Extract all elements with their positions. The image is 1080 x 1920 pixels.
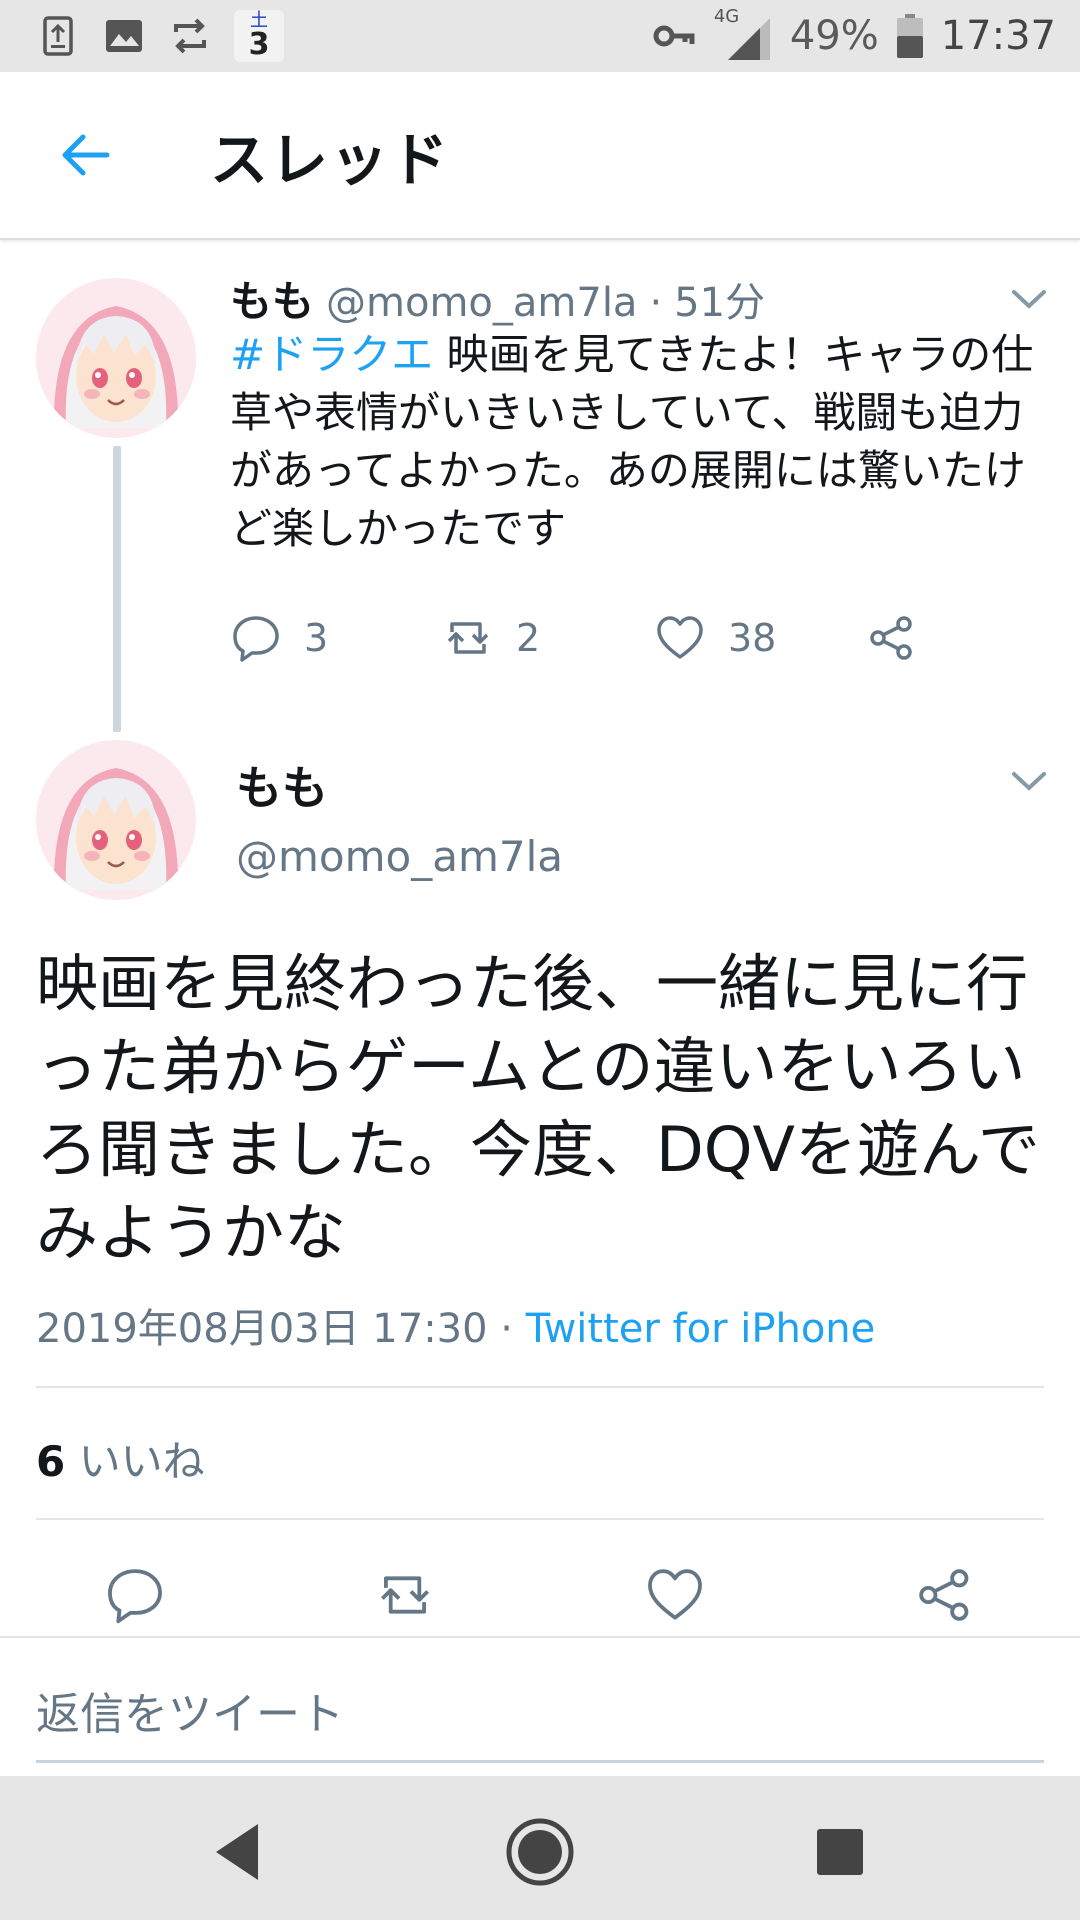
chevron-down-icon	[1012, 772, 1046, 791]
home-circle-icon	[506, 1818, 574, 1886]
network-type: 4G	[713, 6, 740, 27]
author-handle[interactable]: @momo_am7la	[326, 280, 637, 326]
reply-composer: 返信をツイート	[0, 1636, 1080, 1763]
tweet-text: #ドラクエ 映画を見てきたよ！キャラの仕草や表情がいきいきしていて、戦闘も迫力が…	[230, 326, 1050, 558]
calendar-day: 3	[248, 27, 270, 62]
share-icon	[919, 1569, 969, 1621]
separator: ·	[649, 280, 663, 326]
status-bar: 土 3 4G 49% 17:37	[0, 0, 1080, 72]
back-arrow-icon	[62, 134, 110, 176]
tweet-header: もも @momo_am7la · 51分	[230, 268, 765, 329]
navigation-bar	[0, 1776, 1080, 1920]
likes-summary[interactable]: 6 いいね	[36, 1428, 205, 1489]
tweet-actions	[0, 1560, 1080, 1630]
thread-connector	[113, 446, 121, 732]
heart-icon	[657, 616, 703, 659]
reply-icon	[233, 616, 279, 662]
share-button[interactable]	[910, 1560, 980, 1630]
tweet-meta: 2019年08月03日 17:30 · Twitter for iPhone	[36, 1296, 875, 1354]
divider	[36, 1386, 1044, 1388]
author-handle[interactable]: @momo_am7la	[236, 832, 563, 881]
tweet-text: 映画を見終わった後、一緒に見に行った弟からゲームとの違いをいろいろ聞きました。今…	[36, 947, 1040, 1269]
tweet-time: 51分	[674, 280, 766, 326]
client-link[interactable]: Twitter for iPhone	[526, 1306, 876, 1352]
retweet-button[interactable]: 2	[442, 612, 540, 664]
hashtag-link[interactable]: #ドラクエ	[230, 330, 433, 379]
separator: ·	[487, 1306, 526, 1352]
reply-button[interactable]: 3	[230, 612, 328, 664]
reply-icon	[108, 1569, 162, 1624]
vpn-key-icon	[652, 14, 696, 58]
signal-icon: 4G	[714, 6, 772, 62]
tweet-menu-button[interactable]	[1004, 274, 1054, 324]
triangle-back-icon	[216, 1824, 258, 1880]
reply-input-underline	[36, 1760, 1044, 1763]
retweet-count: 2	[516, 616, 541, 660]
clock: 17:37	[940, 13, 1056, 59]
retweet-icon	[447, 622, 489, 654]
tweet-timestamp: 2019年08月03日 17:30	[36, 1306, 488, 1352]
likes-count: 6	[36, 1437, 66, 1486]
page-title: スレッド	[210, 126, 451, 194]
tweet-menu-button[interactable]	[1004, 756, 1054, 806]
reply-button[interactable]	[100, 1560, 170, 1630]
sim-update-icon	[36, 14, 80, 58]
calendar-icon: 土 3	[234, 10, 284, 62]
image-icon	[102, 14, 146, 58]
heart-icon	[648, 1569, 702, 1620]
like-button[interactable]	[640, 1560, 710, 1630]
battery-icon	[896, 14, 923, 58]
share-button[interactable]	[866, 612, 918, 664]
avatar[interactable]	[36, 740, 196, 900]
nav-back-button[interactable]	[200, 1812, 280, 1892]
author-name[interactable]: もも	[236, 752, 328, 818]
like-count: 38	[728, 616, 777, 660]
like-button[interactable]: 38	[654, 612, 776, 664]
author-name[interactable]: もも	[230, 268, 314, 329]
divider	[36, 1518, 1044, 1520]
back-button[interactable]	[40, 110, 130, 200]
nav-home-button[interactable]	[500, 1812, 580, 1892]
avatar[interactable]	[36, 278, 196, 438]
reply-input[interactable]: 返信をツイート	[36, 1678, 344, 1742]
square-recents-icon	[817, 1829, 863, 1875]
app-header: スレッド	[0, 72, 1080, 240]
likes-label: いいね	[65, 1437, 205, 1486]
retweet-icon	[380, 1576, 430, 1614]
nav-recents-button[interactable]	[800, 1812, 880, 1892]
reply-count: 3	[304, 616, 329, 660]
retweet-button[interactable]	[370, 1560, 440, 1630]
tweet-actions: 3 2 38	[230, 612, 930, 672]
share-icon	[870, 616, 912, 660]
chevron-down-icon	[1012, 290, 1046, 309]
battery-percent: 49%	[789, 13, 879, 59]
sync-icon	[168, 14, 212, 58]
